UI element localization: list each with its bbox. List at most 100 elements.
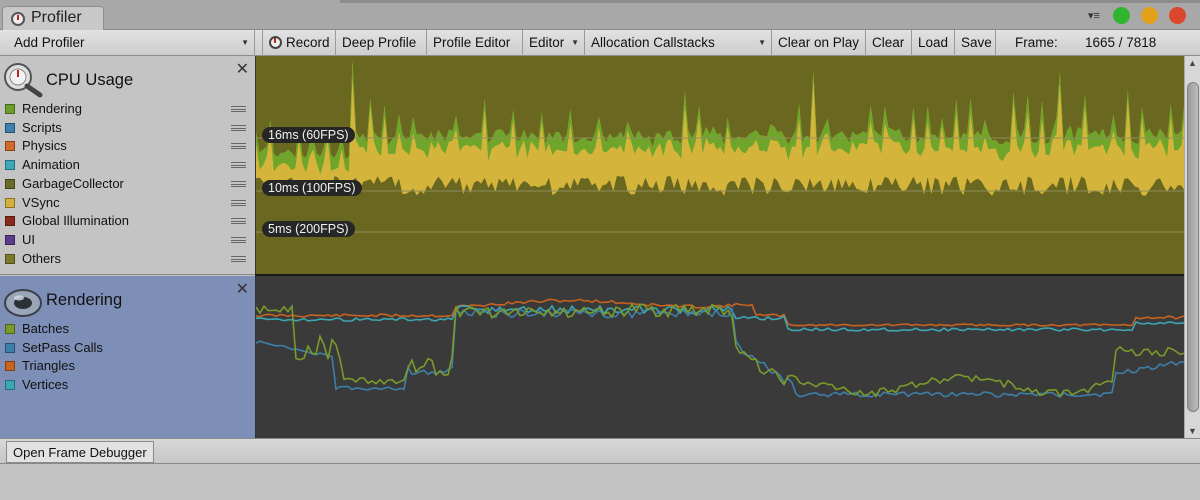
- legend-item-garbagecollector[interactable]: GarbageCollector: [4, 175, 250, 193]
- dropdown-arrow-icon: ▼: [758, 38, 766, 47]
- legend-swatch[interactable]: [5, 361, 15, 372]
- open-frame-debugger-button[interactable]: Open Frame Debugger: [6, 441, 154, 463]
- legend-item-physics[interactable]: Physics: [4, 137, 250, 155]
- legend-label: VSync: [22, 194, 60, 210]
- scroll-up-icon[interactable]: ▲: [1188, 58, 1197, 68]
- legend-swatch[interactable]: [5, 342, 15, 353]
- legend-item-global-illumination[interactable]: Global Illumination: [4, 212, 250, 230]
- scroll-down-icon[interactable]: ▼: [1188, 426, 1197, 436]
- load-label: Load: [918, 35, 949, 50]
- legend-label: Scripts: [22, 119, 62, 135]
- add-profiler-label: Add Profiler: [14, 35, 85, 50]
- cpu-usage-chart[interactable]: 16ms (60FPS) 10ms (100FPS) 5ms (200FPS): [255, 56, 1185, 275]
- legend-label: Animation: [22, 157, 80, 173]
- allocation-callstacks-label: Allocation Callstacks: [591, 35, 715, 50]
- legend-swatch[interactable]: [5, 253, 15, 264]
- drag-handle-icon[interactable]: [231, 236, 246, 243]
- drag-handle-icon[interactable]: [231, 255, 246, 262]
- triangles-line: [256, 298, 1185, 327]
- legend-label: Physics: [22, 138, 67, 154]
- legend-swatch[interactable]: [5, 160, 15, 171]
- legend-swatch[interactable]: [5, 141, 15, 152]
- legend-swatch[interactable]: [5, 234, 15, 245]
- clear-on-play-button[interactable]: Clear on Play: [772, 30, 866, 56]
- record-label: Record: [286, 35, 330, 50]
- legend-item-vertices[interactable]: Vertices: [4, 376, 250, 394]
- rendering-chart[interactable]: [255, 276, 1185, 438]
- scrollbar-thumb[interactable]: [1187, 82, 1199, 412]
- drag-handle-icon[interactable]: [231, 106, 246, 112]
- legend-item-scripts[interactable]: Scripts: [4, 119, 250, 137]
- legend-item-ui[interactable]: UI: [4, 231, 250, 249]
- legend-swatch[interactable]: [5, 380, 15, 391]
- profiler-toolbar: Add Profiler ▼ Record Deep Profile Profi…: [0, 30, 1200, 56]
- drag-handle-icon[interactable]: [231, 124, 246, 131]
- add-profiler-dropdown[interactable]: Add Profiler ▼: [8, 30, 255, 56]
- clear-label: Clear: [872, 35, 905, 50]
- fps-label-100: 10ms (100FPS): [262, 180, 362, 196]
- fps-label-200: 5ms (200FPS): [262, 221, 355, 237]
- legend-item-rendering[interactable]: Rendering: [4, 100, 250, 118]
- vertical-scrollbar[interactable]: ▲ ▼: [1184, 56, 1200, 438]
- legend-swatch[interactable]: [5, 197, 15, 208]
- legend-label: UI: [22, 231, 35, 247]
- details-area: [0, 464, 1200, 500]
- minimize-button[interactable]: [1141, 7, 1158, 24]
- tab-label: Profiler: [31, 9, 82, 26]
- setpass-calls-line: [256, 306, 1185, 398]
- legend-label: Vertices: [22, 377, 69, 393]
- record-icon: [269, 36, 282, 49]
- save-label: Save: [961, 35, 992, 50]
- save-button[interactable]: Save: [955, 30, 996, 56]
- legend-item-vsync[interactable]: VSync: [4, 194, 250, 212]
- legend-swatch[interactable]: [5, 324, 15, 334]
- deep-profile-button[interactable]: Deep Profile: [336, 30, 427, 56]
- legend-swatch[interactable]: [5, 178, 15, 189]
- frame-label: Frame:: [1015, 35, 1058, 50]
- dropdown-arrow-icon: ▼: [241, 38, 249, 47]
- legend-item-batches[interactable]: Batches: [4, 320, 250, 338]
- cpu-usage-graph: [256, 61, 1185, 275]
- legend-label: Others: [22, 250, 62, 266]
- drag-handle-icon[interactable]: [231, 199, 246, 206]
- drag-handle-icon[interactable]: [231, 143, 246, 150]
- rendering-title: Rendering: [46, 291, 123, 309]
- cpu-usage-title: CPU Usage: [46, 71, 134, 89]
- legend-item-setpass-calls[interactable]: SetPass Calls: [4, 339, 250, 357]
- cpu-usage-icon: [4, 63, 43, 98]
- vertices-line: [256, 304, 1185, 332]
- close-window-button[interactable]: [1169, 7, 1186, 24]
- close-icon[interactable]: ✕: [236, 59, 249, 79]
- legend-item-triangles[interactable]: Triangles: [4, 357, 250, 375]
- legend-item-animation[interactable]: Animation: [4, 156, 250, 174]
- maximize-button[interactable]: [1113, 7, 1130, 24]
- window-menu-icon[interactable]: ▾≡: [1088, 9, 1100, 22]
- clear-on-play-label: Clear on Play: [778, 35, 860, 50]
- load-button[interactable]: Load: [912, 30, 955, 56]
- rendering-icon: [4, 289, 42, 317]
- top-edge: [340, 0, 1200, 3]
- profile-editor-button[interactable]: Profile Editor: [427, 30, 523, 56]
- legend-swatch[interactable]: [5, 216, 15, 227]
- clear-button[interactable]: Clear: [866, 30, 912, 56]
- legend-swatch[interactable]: [5, 122, 15, 133]
- editor-dropdown[interactable]: Editor ▼: [523, 30, 585, 56]
- legend-item-others[interactable]: Others: [4, 250, 250, 268]
- allocation-callstacks-dropdown[interactable]: Allocation Callstacks ▼: [585, 30, 772, 56]
- close-icon[interactable]: ✕: [236, 279, 249, 299]
- fps-label-60: 16ms (60FPS): [262, 127, 355, 143]
- legend-label: Global Illumination: [22, 213, 129, 229]
- profiler-icon: [11, 12, 25, 26]
- drag-handle-icon[interactable]: [231, 218, 246, 225]
- batches-line: [256, 302, 1185, 398]
- drag-handle-icon[interactable]: [231, 162, 246, 169]
- frame-counter: 1665 / 7818: [1085, 35, 1157, 50]
- legend-label: Batches: [22, 321, 69, 336]
- dropdown-arrow-icon: ▼: [571, 38, 579, 47]
- tab-profiler[interactable]: Profiler: [2, 6, 104, 30]
- drag-handle-icon[interactable]: [231, 180, 246, 187]
- record-button[interactable]: Record: [262, 30, 336, 56]
- legend-swatch[interactable]: [5, 104, 15, 114]
- rendering-graph: [256, 298, 1185, 398]
- legend-label: Triangles: [22, 358, 75, 374]
